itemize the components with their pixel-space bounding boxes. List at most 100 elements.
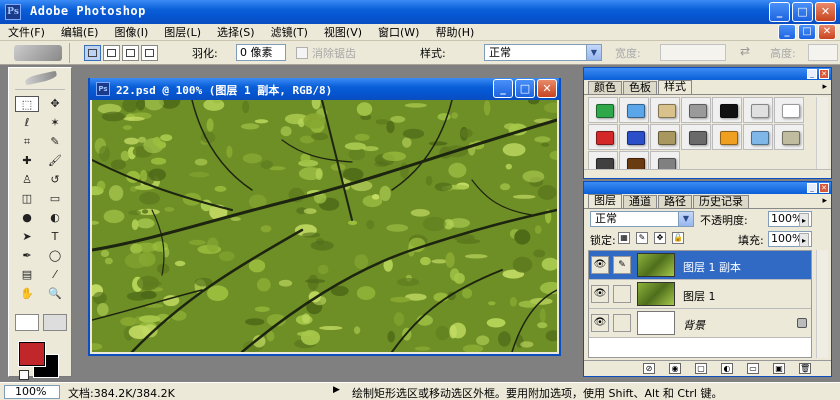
antialias-checkbox[interactable] [296, 47, 308, 59]
doc-close-button[interactable]: ✕ [537, 79, 557, 98]
menu-layer[interactable]: 图层(L) [156, 24, 209, 40]
layers-tab-1[interactable]: 通道 [623, 195, 657, 208]
visibility-eye-icon[interactable]: 👁 [591, 285, 609, 303]
subtract-selection-button[interactable] [122, 45, 139, 61]
style-preset[interactable] [712, 97, 742, 123]
lasso-tool-icon[interactable]: ℓ [15, 115, 39, 131]
zoom-tool-icon[interactable]: 🔍 [43, 286, 67, 302]
panel-menu-icon[interactable]: ▸ [822, 81, 827, 94]
styles-tab-0[interactable]: 颜色 [588, 81, 622, 94]
layer-row[interactable]: 👁 ✎ 图层 1 副本 [589, 251, 811, 280]
height-input[interactable] [808, 44, 838, 61]
style-preset[interactable] [650, 97, 680, 123]
menu-file[interactable]: 文件(F) [0, 24, 53, 40]
layer-mask-icon[interactable]: ▢ [695, 363, 707, 374]
layers-tab-0[interactable]: 图层 [588, 194, 622, 208]
path-select-tool-icon[interactable]: ➤ [15, 229, 39, 245]
menubar-minimize-button[interactable]: _ [778, 24, 796, 40]
styles-tab-1[interactable]: 色板 [623, 81, 657, 94]
layer-row[interactable]: 👁 图层 1 [589, 280, 811, 309]
lock-position-icon[interactable]: ✥ [654, 232, 666, 244]
tool-preset-picker[interactable] [6, 43, 70, 63]
crop-tool-icon[interactable]: ⌗ [15, 134, 39, 150]
style-preset[interactable] [774, 124, 804, 150]
menu-window[interactable]: 窗口(W) [370, 24, 427, 40]
clone-stamp-tool-icon[interactable]: ♙ [15, 172, 39, 188]
fill-input[interactable]: 100% ▸ [768, 231, 812, 247]
marquee-tool-icon[interactable]: ⬚ [15, 96, 39, 112]
shape-tool-icon[interactable]: ◯ [43, 248, 67, 264]
dodge-tool-icon[interactable]: ◐ [43, 210, 67, 226]
link-layers-icon[interactable]: ⊘ [643, 363, 655, 374]
opacity-input[interactable]: 100% ▸ [768, 211, 812, 227]
visibility-eye-icon[interactable]: 👁 [591, 314, 609, 332]
styles-tab-2[interactable]: 样式 [658, 80, 692, 94]
status-menu-arrow-icon[interactable]: ▶ [333, 385, 340, 395]
layers-scrollbar[interactable] [816, 250, 828, 358]
new-layer-icon[interactable]: ▣ [773, 363, 785, 374]
layers-tab-3[interactable]: 历史记录 [693, 195, 749, 208]
blend-mode-select[interactable]: 正常 ▼ [590, 211, 694, 227]
blur-tool-icon[interactable]: ● [15, 210, 39, 226]
style-preset[interactable] [774, 97, 804, 123]
layer-row[interactable]: 👁 背景 [589, 309, 811, 338]
style-preset[interactable] [619, 124, 649, 150]
styles-panel-minimize-button[interactable]: _ [807, 69, 817, 79]
document-titlebar[interactable]: Ps 22.psd @ 100% (图层 1 副本, RGB/8) _ □ ✕ [90, 78, 559, 100]
layer-link-icon[interactable]: ✎ [613, 256, 631, 274]
app-close-button[interactable]: ✕ [815, 2, 836, 22]
document-canvas[interactable] [92, 100, 557, 352]
lock-paint-icon[interactable]: ✎ [636, 232, 648, 244]
delete-layer-icon[interactable]: 🗑 [799, 363, 811, 374]
default-colors-icon[interactable] [19, 370, 29, 380]
menu-filter[interactable]: 滤镜(T) [263, 24, 316, 40]
layer-link-icon[interactable] [613, 314, 631, 332]
styles-scrollbar[interactable] [816, 97, 828, 175]
slice-tool-icon[interactable]: ✎ [43, 134, 67, 150]
styles-panel-header[interactable]: _ ✕ [584, 68, 831, 80]
adjustment-layer-icon[interactable]: ◐ [721, 363, 733, 374]
opacity-slider-icon[interactable]: ▸ [799, 213, 809, 227]
healing-brush-tool-icon[interactable]: ✚ [15, 153, 39, 169]
menu-image[interactable]: 图像(I) [106, 24, 156, 40]
move-tool-icon[interactable]: ✥ [43, 96, 67, 112]
gradient-tool-icon[interactable]: ▭ [43, 191, 67, 207]
quickmask-mode-button[interactable] [43, 314, 67, 331]
type-tool-icon[interactable]: T [43, 229, 67, 245]
styles-panel-close-button[interactable]: ✕ [819, 69, 829, 79]
history-brush-tool-icon[interactable]: ↺ [43, 172, 67, 188]
feather-logo-icon[interactable] [15, 70, 65, 90]
lock-transparency-icon[interactable]: ▦ [618, 232, 630, 244]
new-group-icon[interactable]: ▭ [747, 363, 759, 374]
layers-panel-header[interactable]: _ ✕ [584, 182, 831, 194]
menu-edit[interactable]: 编辑(E) [53, 24, 107, 40]
width-input[interactable] [660, 44, 726, 61]
layer-link-icon[interactable] [613, 285, 631, 303]
feather-input[interactable]: 0 像素 [236, 44, 286, 61]
eyedropper-tool-icon[interactable]: ⁄ [43, 267, 67, 283]
style-preset[interactable] [743, 97, 773, 123]
style-preset[interactable] [588, 124, 618, 150]
zoom-level-input[interactable]: 100% [4, 385, 60, 399]
hand-tool-icon[interactable]: ✋ [15, 286, 39, 302]
style-select[interactable]: 正常 ▼ [484, 44, 602, 61]
doc-minimize-button[interactable]: _ [493, 79, 513, 98]
menubar-close-button[interactable]: ✕ [818, 24, 836, 40]
swap-dimensions-icon[interactable]: ⇄ [740, 44, 750, 58]
fill-slider-icon[interactable]: ▸ [799, 233, 809, 247]
new-selection-button[interactable] [84, 45, 101, 61]
standard-mode-button[interactable] [15, 314, 39, 331]
foreground-color-swatch[interactable] [18, 341, 46, 367]
layer-style-icon[interactable]: ◉ [669, 363, 681, 374]
menu-help[interactable]: 帮助(H) [427, 24, 482, 40]
menu-select[interactable]: 选择(S) [209, 24, 263, 40]
lock-all-icon[interactable]: 🔒 [672, 232, 684, 244]
menubar-restore-button[interactable]: □ [798, 24, 816, 40]
style-preset[interactable] [588, 97, 618, 123]
layers-tab-2[interactable]: 路径 [658, 195, 692, 208]
panel-menu-icon[interactable]: ▸ [822, 195, 827, 208]
visibility-eye-icon[interactable]: 👁 [591, 256, 609, 274]
doc-maximize-button[interactable]: □ [515, 79, 535, 98]
app-minimize-button[interactable]: _ [769, 2, 790, 22]
eraser-tool-icon[interactable]: ◫ [15, 191, 39, 207]
